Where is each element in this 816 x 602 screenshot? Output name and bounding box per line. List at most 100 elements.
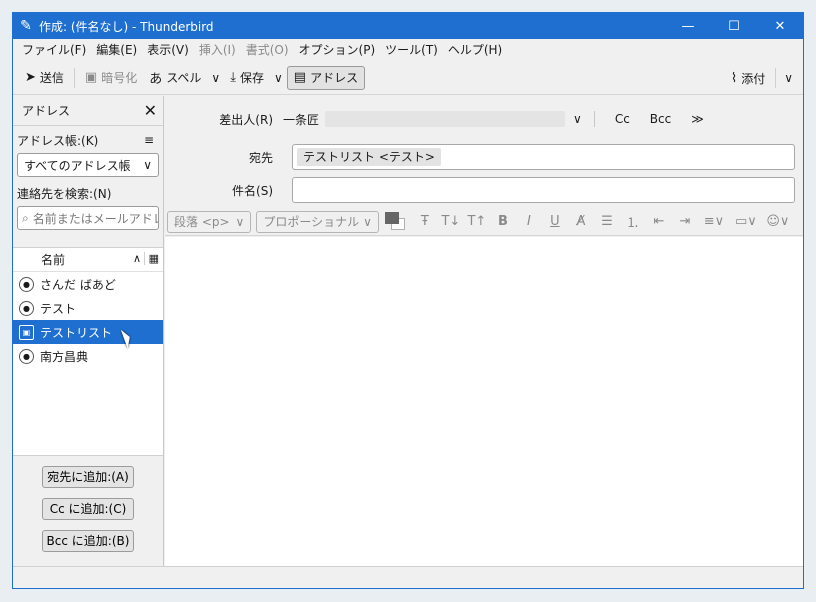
toolbar-separator (73, 67, 75, 88)
menu-tools[interactable]: ツール(T) (380, 39, 443, 61)
contact-search-input[interactable]: ⌕ 名前またはメールアドレス (17, 206, 159, 230)
subject-label: 件名(S) (232, 183, 273, 198)
compose-toolbar: ➤ 送信 ▣ 暗号化 あ スペル ∨ ⤓ 保存 ∨ ▤ アドレス ⌇ 添付 ∨ (13, 61, 803, 95)
add-to-button[interactable]: 宛先に追加:(A) (42, 466, 134, 488)
menu-format[interactable]: 書式(O) (241, 39, 294, 61)
sidebar-buttons: 宛先に追加:(A) Cc に追加:(C) Bcc に追加:(B) (13, 466, 163, 562)
paperclip-icon: ⌇ (730, 70, 738, 86)
pencil-icon: ✎ (20, 18, 32, 34)
bullet-list-icon[interactable]: ☰ (594, 214, 620, 229)
attach-dropdown-chevron-icon[interactable]: ∨ (780, 71, 797, 85)
underline-icon[interactable]: U (542, 214, 568, 229)
menu-view[interactable]: 表示(V) (142, 39, 194, 61)
list-item[interactable]: ● さんだ ばあど (13, 272, 163, 296)
insert-image-icon[interactable]: ▭∨ (730, 214, 762, 229)
encrypt-button[interactable]: ▣ 暗号化 (79, 66, 143, 90)
text-color-picker[interactable] (384, 211, 406, 233)
sidebar-header: アドレス ✕ (13, 96, 163, 126)
save-dropdown-chevron-icon[interactable]: ∨ (270, 71, 287, 85)
font-size-reset-icon[interactable]: Ŧ (412, 214, 438, 229)
toolbar-separator (775, 68, 777, 88)
menu-icon[interactable]: ≡ (144, 133, 154, 147)
indent-icon[interactable]: ⇥ (672, 214, 698, 229)
contact-icon: ● (19, 300, 34, 316)
recipient-pill[interactable]: テストリスト <テスト> (297, 148, 441, 166)
text-style-icon[interactable]: A̸ (568, 214, 594, 229)
menu-options[interactable]: オプション(P) (294, 39, 381, 61)
window-title: 作成: (件名なし) - Thunderbird (39, 19, 214, 34)
outdent-icon[interactable]: ⇤ (646, 214, 672, 229)
menu-help[interactable]: ヘルプ(H) (443, 39, 507, 61)
spell-button[interactable]: あ スペル (143, 66, 207, 90)
cc-button[interactable]: Cc (615, 112, 630, 126)
spellcheck-icon: あ (149, 72, 163, 87)
chevron-down-icon: ∨ (143, 158, 152, 172)
addressbook-select[interactable]: すべてのアドレス帳 ∨ (17, 153, 159, 177)
list-header: 名前 ∧ ▦ (13, 248, 163, 272)
subject-input[interactable] (292, 177, 795, 203)
message-body-editor[interactable] (165, 237, 803, 566)
paragraph-format-select[interactable]: 段落 <p> ∨ (167, 210, 252, 233)
chevron-down-icon[interactable]: ∨ (573, 112, 582, 126)
add-cc-button[interactable]: Cc に追加:(C) (42, 498, 134, 520)
menu-insert[interactable]: 挿入(I) (194, 39, 241, 61)
address-button[interactable]: ▤ アドレス (286, 65, 366, 90)
more-fields-button[interactable]: ≫ (691, 112, 704, 126)
maximize-button[interactable]: ☐ (711, 13, 757, 39)
contact-icon: ● (19, 348, 34, 364)
send-button[interactable]: ➤ 送信 (19, 66, 70, 90)
chevron-down-icon: ∨ (363, 214, 372, 229)
font-smaller-icon[interactable]: T↓ (438, 214, 464, 229)
align-icon[interactable]: ≡∨ (698, 214, 730, 229)
header-separator (593, 111, 595, 127)
save-button[interactable]: ⤓ 保存 (224, 66, 270, 90)
send-icon: ➤ (25, 70, 36, 85)
list-item[interactable]: ● テスト (13, 296, 163, 320)
search-icon: ⌕ (22, 210, 29, 225)
column-picker-icon[interactable]: ▦ (143, 252, 159, 265)
from-label: 差出人(R) (219, 112, 273, 127)
address-book-icon: ▤ (293, 70, 307, 85)
lock-icon: ▣ (84, 70, 98, 85)
download-icon: ⤓ (230, 70, 236, 85)
close-window-button[interactable]: ✕ (757, 13, 803, 39)
from-value[interactable]: 一条匠 (283, 111, 319, 128)
sidebar-title: アドレス (22, 104, 71, 118)
list-item[interactable]: ● 南方昌典 (13, 344, 163, 368)
menu-file[interactable]: ファイル(F) (17, 39, 91, 61)
search-placeholder: 名前またはメールアドレス (32, 211, 158, 226)
sort-ascending-icon[interactable]: ∧ (133, 252, 141, 265)
to-field[interactable]: テストリスト <テスト> (292, 144, 795, 170)
from-row: 差出人(R) 一条匠 ∨ Cc Bcc ≫ (165, 108, 803, 130)
addressbook-label-row: アドレス帳:(K) ≡ (13, 129, 163, 151)
menu-bar: ファイル(F) 編集(E) 表示(V) 挿入(I) 書式(O) オプション(P)… (13, 39, 803, 61)
add-bcc-button[interactable]: Bcc に追加:(B) (42, 530, 134, 552)
numbered-list-icon[interactable]: ⒈ (620, 212, 646, 231)
menu-edit[interactable]: 編集(E) (91, 39, 142, 61)
compose-main: 差出人(R) 一条匠 ∨ Cc Bcc ≫ 宛先 テストリスト <テスト> 件名… (165, 96, 803, 566)
format-toolbar: 段落 <p> ∨ プロポーショナル ∨ Ŧ T↓ T↑ B I U A̸ ☰ ⒈… (165, 208, 803, 236)
font-larger-icon[interactable]: T↑ (464, 214, 490, 229)
spell-dropdown-chevron-icon[interactable]: ∨ (207, 71, 224, 85)
address-sidebar: アドレス ✕ アドレス帳:(K) ≡ すべてのアドレス帳 ∨ 連絡先を検索:(N… (13, 96, 164, 566)
minimize-button[interactable]: — (665, 13, 711, 39)
italic-icon[interactable]: I (516, 214, 542, 229)
compose-window: ✎ 作成: (件名なし) - Thunderbird — ☐ ✕ ファイル(F)… (12, 12, 804, 589)
contact-list: 名前 ∧ ▦ ● さんだ ばあど ● テスト ▣ テストリスト ● 南方昌典 (13, 247, 163, 456)
addressbook-label: アドレス帳:(K) (17, 133, 99, 148)
chevron-down-icon: ∨ (235, 214, 245, 229)
bold-icon[interactable]: B (490, 214, 516, 229)
bcc-button[interactable]: Bcc (650, 112, 671, 126)
search-label: 連絡先を検索:(N) (17, 187, 112, 201)
emoji-icon[interactable]: ☺∨ (762, 214, 794, 229)
font-select[interactable]: プロポーショナル ∨ (256, 210, 379, 233)
close-icon[interactable]: ✕ (144, 101, 157, 120)
contact-icon: ● (19, 276, 34, 292)
column-name-header[interactable]: 名前 (41, 251, 65, 268)
attach-button[interactable]: ⌇ 添付 (725, 66, 771, 90)
mailing-list-icon: ▣ (19, 324, 34, 340)
list-item-selected[interactable]: ▣ テストリスト (13, 320, 163, 344)
from-address-redacted (325, 111, 566, 127)
foreground-color-swatch (384, 211, 399, 224)
addressbook-value: すべてのアドレス帳 (24, 158, 131, 173)
